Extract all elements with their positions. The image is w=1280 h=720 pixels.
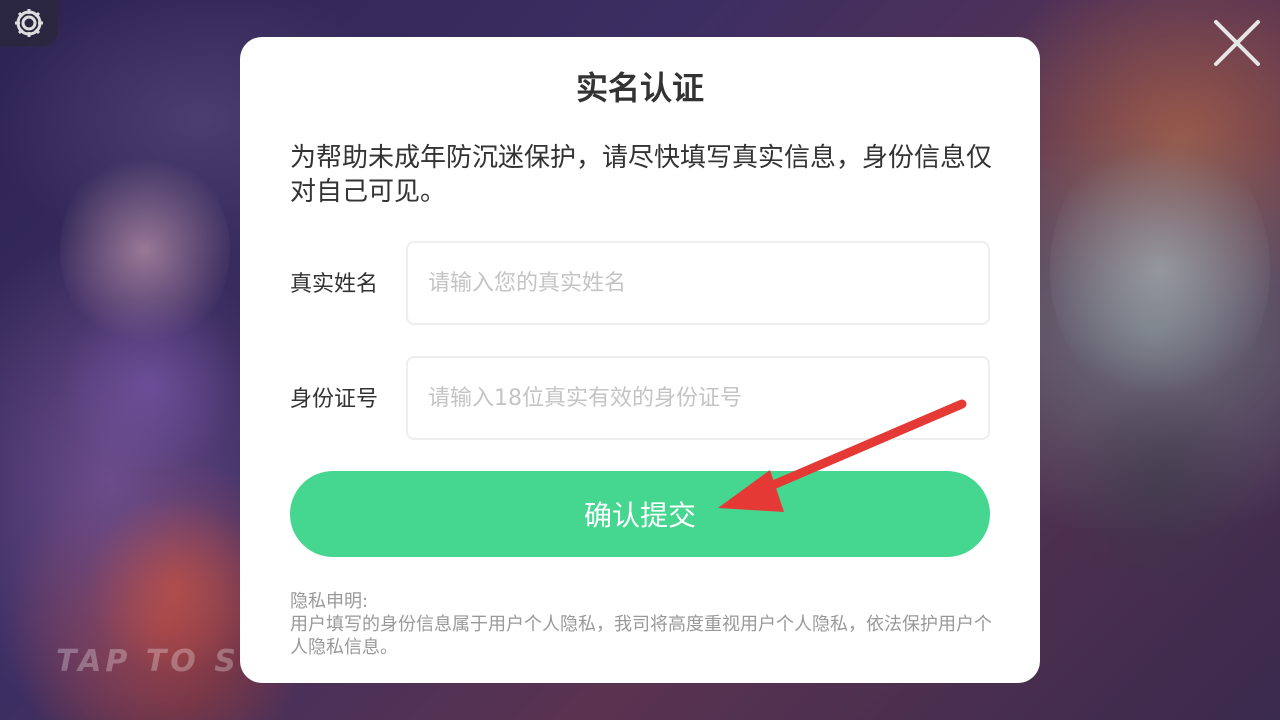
- dialog-intro-text: 为帮助未成年防沉迷保护，请尽快填写真实信息，身份信息仅对自己可见。: [290, 143, 993, 207]
- background-art: [50, 300, 250, 470]
- game-background: TAP TO S 实名认证 为帮助未成年防沉迷保护，请尽快填写真实信息，身份信息…: [0, 0, 1280, 720]
- gear-icon: [15, 9, 43, 37]
- close-button[interactable]: [1210, 16, 1264, 70]
- background-art: [1050, 130, 1270, 410]
- submit-button[interactable]: 确认提交: [290, 471, 990, 557]
- real-name-label: 真实姓名: [290, 272, 379, 297]
- id-number-input[interactable]: [406, 356, 990, 440]
- real-name-verification-dialog: 实名认证 为帮助未成年防沉迷保护，请尽快填写真实信息，身份信息仅对自己可见。 真…: [240, 37, 1040, 683]
- privacy-statement: 隐私申明: 用户填写的身份信息属于用户个人隐私，我司将高度重视用户个人隐私，依法…: [290, 590, 1000, 659]
- dialog-title: 实名认证: [575, 69, 704, 107]
- privacy-body: 用户填写的身份信息属于用户个人隐私，我司将高度重视用户个人隐私，依法保护用户个人…: [290, 614, 992, 658]
- real-name-input[interactable]: [406, 241, 990, 325]
- privacy-heading: 隐私申明:: [290, 591, 369, 612]
- settings-button[interactable]: [0, 0, 58, 46]
- tap-to-start-text: TAP TO S: [56, 644, 240, 679]
- close-icon: [1214, 20, 1260, 66]
- id-number-label: 身份证号: [290, 387, 379, 412]
- background-art: [1060, 380, 1260, 600]
